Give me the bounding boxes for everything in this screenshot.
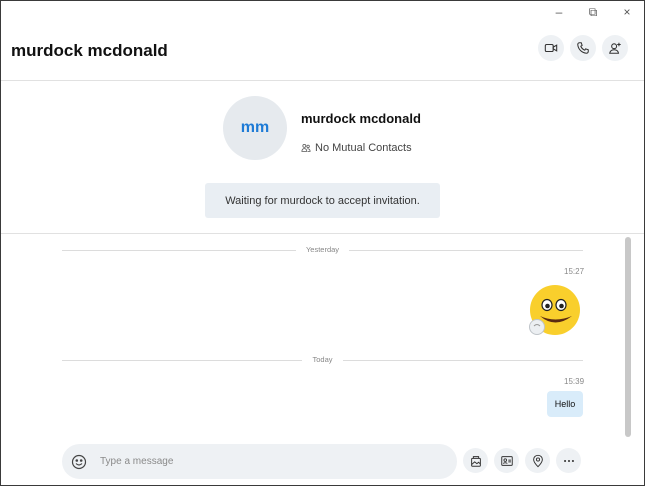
add-people-button[interactable] (602, 35, 628, 61)
message-composer (62, 444, 457, 479)
more-options-button[interactable] (556, 448, 581, 473)
message-time: 15:39 (564, 377, 585, 386)
message-input[interactable] (100, 456, 400, 467)
add-person-icon (609, 42, 621, 54)
date-divider-yesterday: Yesterday (62, 244, 583, 256)
share-contact-button[interactable] (494, 448, 519, 473)
location-pin-icon (532, 454, 543, 467)
more-icon (563, 459, 574, 462)
invitation-status: Waiting for murdock to accept invitation… (205, 183, 440, 218)
contact-card-icon (500, 455, 513, 466)
window-controls: – ⧉ × (542, 1, 644, 23)
media-button[interactable] (463, 448, 488, 473)
date-label: Today (302, 355, 343, 364)
audio-call-button[interactable] (570, 35, 596, 61)
video-call-icon (544, 43, 558, 53)
scrollbar[interactable] (625, 237, 631, 437)
contact-card: mm murdock mcdonald No Mutual Contacts W… (1, 82, 644, 234)
message-time: 15:27 (564, 267, 585, 276)
media-gallery-icon (470, 455, 481, 467)
chat-header: murdock mcdonald (1, 23, 644, 81)
smiley-emoji-message[interactable] (528, 283, 582, 339)
emoji-icon (71, 454, 87, 469)
maximize-button[interactable]: ⧉ (576, 1, 610, 23)
mutual-contacts-label: No Mutual Contacts (315, 142, 412, 154)
video-call-button[interactable] (538, 35, 564, 61)
date-divider-today: Today (62, 354, 583, 366)
phone-icon (577, 42, 589, 54)
chat-window: – ⧉ × murdock mcdonald mm murdock mcdona… (0, 0, 645, 486)
chat-title[interactable]: murdock mcdonald (11, 41, 168, 61)
avatar[interactable]: mm (223, 96, 287, 160)
emoji-button[interactable] (70, 453, 88, 471)
message-bubble[interactable]: Hello (547, 391, 583, 417)
mutual-contacts: No Mutual Contacts (301, 142, 412, 154)
date-label: Yesterday (295, 245, 350, 254)
header-actions (538, 35, 628, 61)
people-icon (301, 144, 311, 152)
share-location-button[interactable] (525, 448, 550, 473)
minimize-button[interactable]: – (542, 1, 576, 23)
composer-tools (463, 448, 581, 473)
close-button[interactable]: × (610, 1, 644, 23)
contact-name[interactable]: murdock mcdonald (301, 111, 421, 126)
